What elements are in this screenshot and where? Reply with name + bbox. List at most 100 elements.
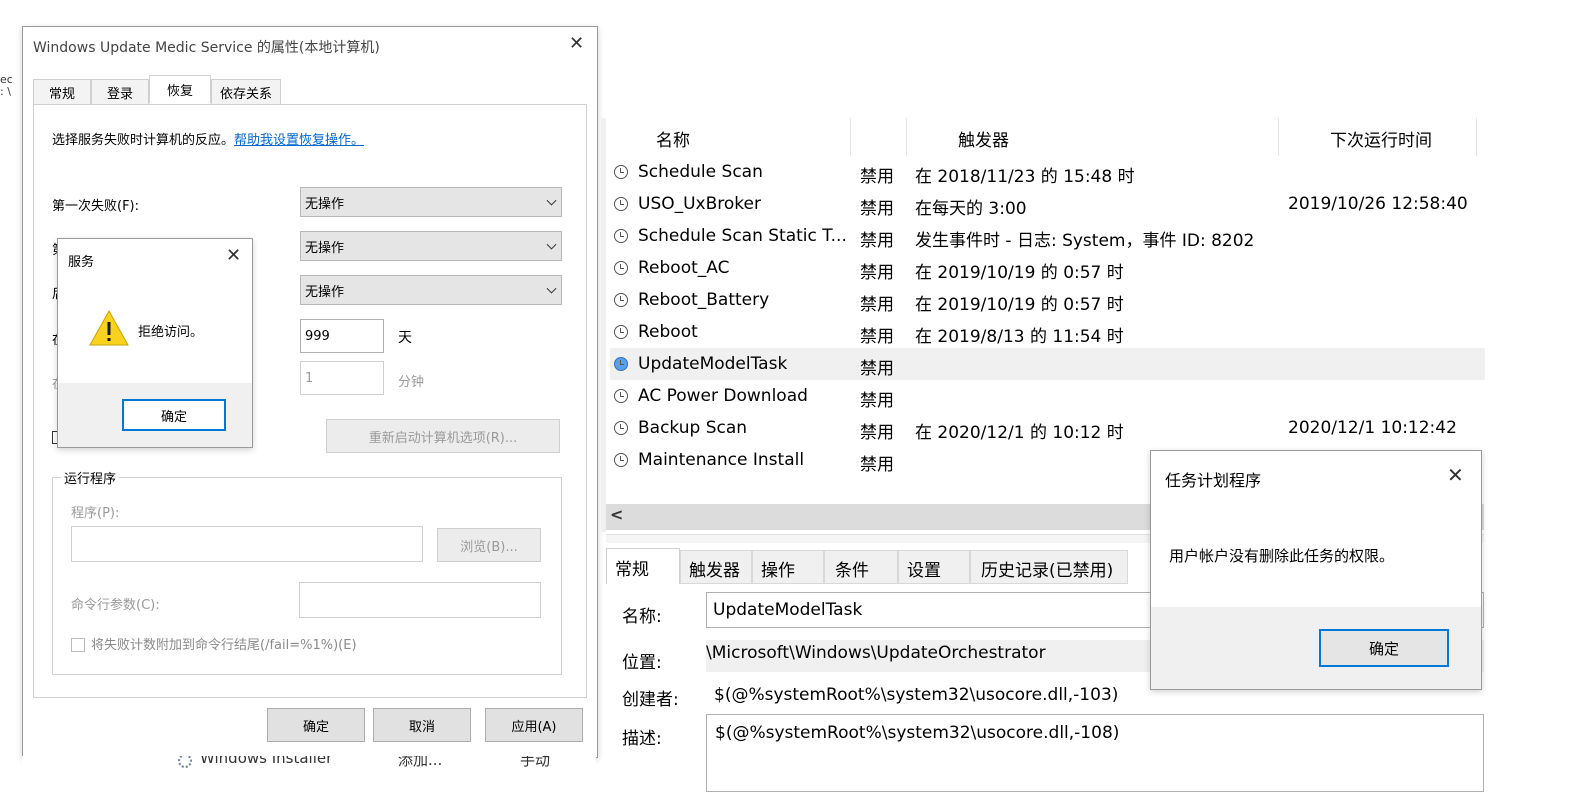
service-action-behind: 添加... <box>398 756 443 769</box>
reset-days-input[interactable]: 999 <box>300 319 384 353</box>
header-divider <box>1476 118 1477 156</box>
task-status: 禁用 <box>860 423 894 443</box>
tab-recovery[interactable]: 恢复 <box>149 75 211 103</box>
alert-ok-button[interactable]: 确定 <box>122 399 226 431</box>
detail-location-label: 位置: <box>622 653 662 673</box>
first-failure-label: 第一次失败(F): <box>52 199 140 214</box>
task-trigger: 在 2018/11/23 的 15:48 时 <box>915 167 1135 187</box>
scheduler-alert-message: 用户帐户没有删除此任务的权限。 <box>1169 547 1395 565</box>
tab-conditions[interactable]: 条件 <box>824 550 898 584</box>
task-list-header: 名称 触发器 下次运行时间 <box>606 118 1486 156</box>
run-program-group: 运行程序 程序(P): 浏览(B)... 命令行参数(C): 将失败计数附加到命… <box>52 468 562 675</box>
tab-triggers[interactable]: 触发器 <box>680 550 752 584</box>
detail-desc-label: 描述: <box>622 729 662 749</box>
restart-minutes-unit: 分钟 <box>398 375 425 390</box>
table-row[interactable]: Schedule Scan 禁用 在 2018/11/23 的 15:48 时 <box>610 156 1485 188</box>
table-row[interactable]: Reboot 禁用 在 2019/8/13 的 11:54 时 <box>610 316 1485 348</box>
detail-name-label: 名称: <box>622 607 662 627</box>
task-status: 禁用 <box>860 167 894 187</box>
first-failure-select[interactable]: 无操作 <box>300 187 562 217</box>
fail-count-checkbox[interactable] <box>71 638 85 652</box>
tab-history[interactable]: 历史记录(已禁用) <box>970 550 1128 584</box>
help-link[interactable]: 帮助我设置恢复操作。 <box>234 133 364 148</box>
scheduler-ok-button[interactable]: 确定 <box>1319 629 1449 667</box>
header-divider <box>1278 118 1279 156</box>
restart-options-button[interactable]: 重新启动计算机选项(R)... <box>326 419 560 453</box>
table-row[interactable]: UpdateModelTask 禁用 <box>610 348 1485 380</box>
column-name[interactable]: 名称 <box>656 126 690 151</box>
browse-button[interactable]: 浏览(B)... <box>437 528 541 562</box>
table-row[interactable]: AC Power Download 禁用 <box>610 380 1485 412</box>
header-divider <box>906 118 907 156</box>
service-startup-behind: 手动 <box>520 756 551 769</box>
close-icon[interactable]: ✕ <box>226 247 241 265</box>
task-trigger: 发生事件时 - 日志: System，事件 ID: 8202 <box>915 231 1255 251</box>
task-status: 禁用 <box>860 263 894 283</box>
apply-button[interactable]: 应用(A) <box>485 708 583 742</box>
service-error-dialog: 服务 ✕ 拒绝访问。 确定 <box>57 238 253 448</box>
task-status: 禁用 <box>860 359 894 379</box>
task-status: 禁用 <box>860 231 894 251</box>
clock-icon <box>614 325 628 339</box>
run-program-group-title: 运行程序 <box>61 468 120 487</box>
close-icon[interactable]: ✕ <box>569 35 584 53</box>
tab-general[interactable]: 常规 <box>606 548 680 584</box>
column-next-run[interactable]: 下次运行时间 <box>1330 126 1432 151</box>
clock-icon <box>614 389 628 403</box>
cmdline-label: 命令行参数(C): <box>71 598 160 613</box>
tab-actions[interactable]: 操作 <box>752 550 824 584</box>
services-list-behind-row: Windows Installer 添加... 手动 <box>22 756 596 792</box>
task-status: 禁用 <box>860 199 894 219</box>
cancel-button[interactable]: 取消 <box>373 708 471 742</box>
task-name: Reboot <box>638 322 698 342</box>
left-edge-fragment: ec : \ <box>0 74 13 98</box>
detail-author-label: 创建者: <box>622 690 679 710</box>
intro-text: 选择服务失败时计算机的反应。 <box>52 133 235 148</box>
chevron-down-icon <box>546 195 557 206</box>
chevron-down-icon <box>546 239 557 250</box>
table-row[interactable]: Backup Scan 禁用 在 2020/12/1 的 10:12 时 2020/1… <box>610 412 1485 444</box>
column-trigger[interactable]: 触发器 <box>958 126 1009 151</box>
ok-button[interactable]: 确定 <box>267 708 365 742</box>
subsequent-failure-select[interactable]: 无操作 <box>300 275 562 305</box>
detail-desc-field[interactable]: $(@%systemRoot%\system32\usocore.dll,-10… <box>706 714 1484 792</box>
properties-title: Windows Update Medic Service 的属性(本地计算机) <box>33 40 380 56</box>
table-row[interactable]: USO_UxBroker 禁用 在每天的 3:00 2019/10/26 12:58:… <box>610 188 1485 220</box>
installer-gear-icon <box>178 756 192 768</box>
program-input[interactable] <box>71 526 423 562</box>
close-icon[interactable]: ✕ <box>1447 465 1464 485</box>
cmdline-input[interactable] <box>299 582 541 618</box>
task-trigger: 在 2019/10/19 的 0:57 时 <box>915 295 1124 315</box>
second-failure-select[interactable]: 无操作 <box>300 231 562 261</box>
reset-days-unit: 天 <box>398 330 412 346</box>
alert-title: 服务 <box>68 255 95 270</box>
vertical-splitter[interactable] <box>601 118 606 532</box>
clock-icon <box>614 421 628 435</box>
clock-icon <box>614 293 628 307</box>
clock-icon <box>614 229 628 243</box>
clock-icon <box>614 453 628 467</box>
clock-icon <box>614 197 628 211</box>
scroll-left-arrow[interactable]: < <box>610 505 623 524</box>
task-trigger: 在每天的 3:00 <box>915 199 1027 219</box>
tab-general[interactable]: 常规 <box>33 79 91 105</box>
tab-logon[interactable]: 登录 <box>91 79 149 105</box>
task-next-run: 2020/12/1 10:12:42 <box>1288 418 1457 438</box>
tab-dependencies[interactable]: 依存关系 <box>211 79 281 105</box>
service-name-behind: Windows Installer <box>200 756 333 767</box>
task-status: 禁用 <box>860 455 894 475</box>
table-row[interactable]: Reboot_Battery 禁用 在 2019/10/19 的 0:57 时 <box>610 284 1485 316</box>
task-next-run: 2019/10/26 12:58:40 <box>1288 194 1468 214</box>
task-name: AC Power Download <box>638 386 808 406</box>
table-row[interactable]: Schedule Scan Static T... 禁用 发生事件时 - 日志: S… <box>610 220 1485 252</box>
header-divider <box>850 118 851 156</box>
task-status: 禁用 <box>860 327 894 347</box>
task-name: Schedule Scan <box>638 162 763 182</box>
restart-minutes-input[interactable]: 1 <box>300 361 384 395</box>
task-name: Reboot_Battery <box>638 290 770 310</box>
task-status: 禁用 <box>860 295 894 315</box>
table-row[interactable]: Reboot_AC 禁用 在 2019/10/19 的 0:57 时 <box>610 252 1485 284</box>
task-trigger: 在 2019/10/19 的 0:57 时 <box>915 263 1124 283</box>
scheduler-alert-title: 任务计划程序 <box>1165 471 1262 490</box>
tab-settings[interactable]: 设置 <box>898 550 970 584</box>
